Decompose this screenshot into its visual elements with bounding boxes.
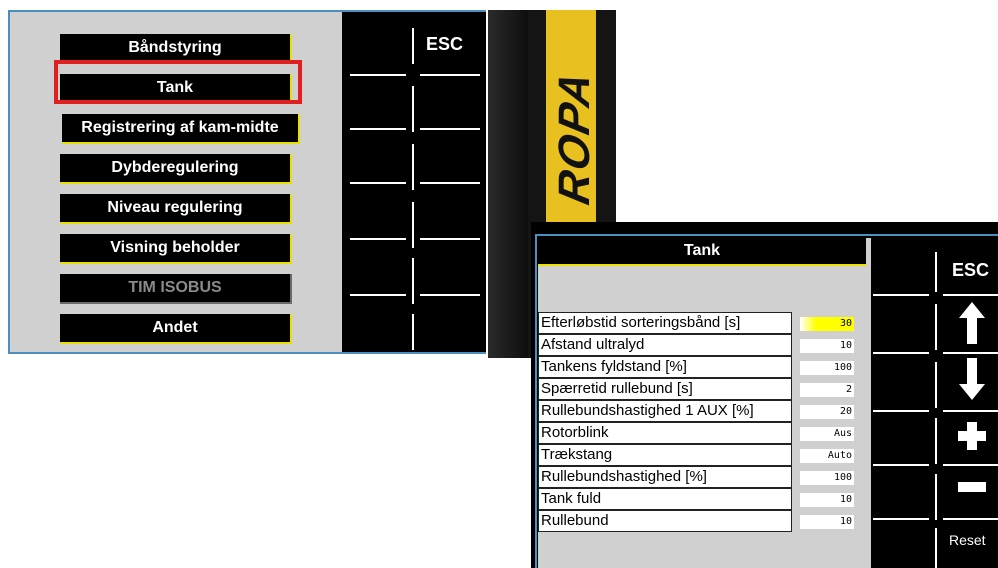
parameter-label: Tank fuld (538, 488, 792, 510)
parameter-row[interactable]: Afstand ultralyd 10 (538, 334, 871, 356)
menu-list: Båndstyring Tank Registrering af kam-mid… (10, 12, 342, 352)
softkey-divider (873, 410, 929, 412)
parameter-row[interactable]: Spærretid rullebund [s] 2 (538, 378, 871, 400)
parameter-value[interactable]: Aus (800, 427, 854, 441)
softkey-divider (350, 128, 406, 130)
selection-highlight (54, 60, 302, 104)
ropa-logo: ROPA (550, 66, 599, 209)
softkey-panel-right: ESC Reset (871, 238, 998, 568)
softkey-divider (943, 518, 998, 520)
esc-button[interactable]: ESC (426, 34, 463, 55)
softkey-divider (420, 74, 480, 76)
parameter-value[interactable]: 10 (800, 515, 854, 529)
parameter-row[interactable]: Trækstang Auto (538, 444, 871, 466)
page-title: Tank (538, 238, 866, 266)
parameter-label: Rullebund (538, 510, 792, 532)
softkey-divider (350, 182, 406, 184)
parameter-row[interactable]: Tankens fyldstand [%] 100 (538, 356, 871, 378)
softkey-divider (935, 252, 937, 292)
up-arrow-icon[interactable] (959, 302, 985, 344)
softkey-divider (935, 362, 937, 408)
softkey-divider (873, 464, 929, 466)
softkey-divider (873, 518, 929, 520)
parameter-value[interactable]: 100 (800, 361, 854, 375)
menu-item-dybderegulering[interactable]: Dybderegulering (60, 154, 292, 184)
menu-item-registrering-kam-midte[interactable]: Registrering af kam-midte (62, 114, 300, 144)
softkey-divider (943, 294, 998, 296)
softkey-divider (943, 464, 998, 466)
softkey-divider (935, 418, 937, 464)
softkey-divider (412, 258, 414, 304)
softkey-divider (420, 294, 480, 296)
parameter-label: Efterløbstid sorteringsbånd [s] (538, 312, 792, 334)
parameter-row[interactable]: Rullebund 10 (538, 510, 871, 532)
parameter-row[interactable]: Rullebundshastighed 1 AUX [%] 20 (538, 400, 871, 422)
parameter-value[interactable]: 2 (800, 383, 854, 397)
reset-button[interactable]: Reset (949, 532, 986, 548)
down-arrow-icon[interactable] (959, 358, 985, 400)
esc-button[interactable]: ESC (952, 260, 989, 281)
parameter-value[interactable]: 30 (800, 317, 854, 331)
softkey-divider (412, 28, 414, 64)
softkey-divider (943, 410, 998, 412)
parameter-value[interactable]: 20 (800, 405, 854, 419)
softkey-divider (935, 474, 937, 520)
softkey-divider (943, 352, 998, 354)
plus-icon[interactable] (958, 422, 986, 450)
menu-screen: Båndstyring Tank Registrering af kam-mid… (8, 10, 486, 354)
menu-item-visning-beholder[interactable]: Visning beholder (60, 234, 292, 264)
parameter-label: Tankens fyldstand [%] (538, 356, 792, 378)
menu-item-tim-isobus: TIM ISOBUS (60, 274, 292, 304)
parameter-row[interactable]: Rotorblink Aus (538, 422, 871, 444)
tank-parameter-list: Tank Efterløbstid sorteringsbånd [s] 30 … (538, 238, 871, 568)
parameter-value[interactable]: 10 (800, 339, 854, 353)
softkey-divider (350, 294, 406, 296)
softkey-divider (412, 202, 414, 248)
parameter-value[interactable]: Auto (800, 449, 854, 463)
softkey-divider (412, 86, 414, 132)
parameter-row[interactable]: Efterløbstid sorteringsbånd [s] 30 (538, 312, 871, 334)
tank-screen: Tank Efterløbstid sorteringsbånd [s] 30 … (531, 222, 998, 568)
softkey-divider (412, 314, 414, 350)
parameter-row[interactable]: Rullebundshastighed [%] 100 (538, 466, 871, 488)
menu-item-andet[interactable]: Andet (60, 314, 292, 344)
parameter-value[interactable]: 10 (800, 493, 854, 507)
softkey-divider (935, 304, 937, 350)
softkey-divider (873, 294, 929, 296)
parameter-label: Afstand ultralyd (538, 334, 792, 356)
softkey-divider (412, 144, 414, 190)
softkey-divider (420, 182, 480, 184)
softkey-divider (873, 352, 929, 354)
parameter-label: Trækstang (538, 444, 792, 466)
menu-item-niveau-regulering[interactable]: Niveau regulering (60, 194, 292, 224)
parameter-value[interactable]: 100 (800, 471, 854, 485)
softkey-panel-left: ESC (342, 12, 486, 352)
softkey-divider (935, 528, 937, 568)
softkey-divider (350, 74, 406, 76)
parameter-label: Rotorblink (538, 422, 792, 444)
parameter-label: Rullebundshastighed 1 AUX [%] (538, 400, 792, 422)
parameter-row[interactable]: Tank fuld 10 (538, 488, 871, 510)
softkey-divider (420, 238, 480, 240)
softkey-divider (350, 238, 406, 240)
softkey-divider (420, 128, 480, 130)
minus-icon[interactable] (958, 482, 986, 492)
parameter-label: Rullebundshastighed [%] (538, 466, 792, 488)
parameter-label: Spærretid rullebund [s] (538, 378, 792, 400)
